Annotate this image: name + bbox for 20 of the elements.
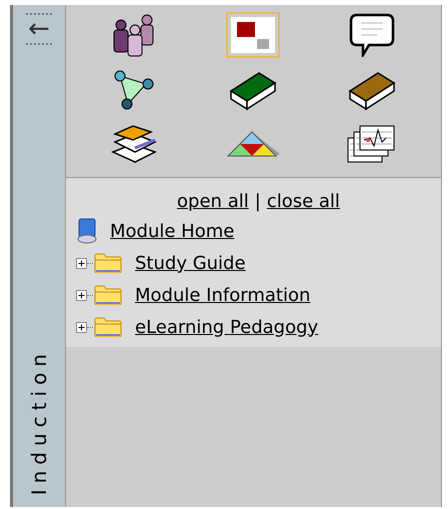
folder-icon <box>93 317 123 337</box>
tree-link[interactable]: Module Home <box>110 218 234 244</box>
expand-icon[interactable] <box>76 258 87 268</box>
sidebar-title: Induction <box>26 348 52 495</box>
collapse-button[interactable]: ← <box>28 15 50 43</box>
folder-icon <box>93 285 123 305</box>
separator: | <box>254 190 261 214</box>
tree-link[interactable]: eLearning Pedagogy <box>135 314 318 340</box>
tree-link[interactable]: Study Guide <box>135 250 246 276</box>
speech-bubble-icon <box>348 13 395 57</box>
tree-link[interactable]: Module Information <box>135 282 310 308</box>
close-all-link[interactable]: close all <box>266 188 340 215</box>
computer-icon <box>76 218 98 244</box>
pyramid-icon <box>224 130 282 158</box>
expand-icon[interactable] <box>76 290 87 300</box>
expand-icon[interactable] <box>76 322 87 332</box>
folder-icon <box>93 253 123 273</box>
book-stack-icon <box>111 124 160 164</box>
open-all-link[interactable]: open all <box>177 188 249 215</box>
slides-icon <box>229 15 278 55</box>
